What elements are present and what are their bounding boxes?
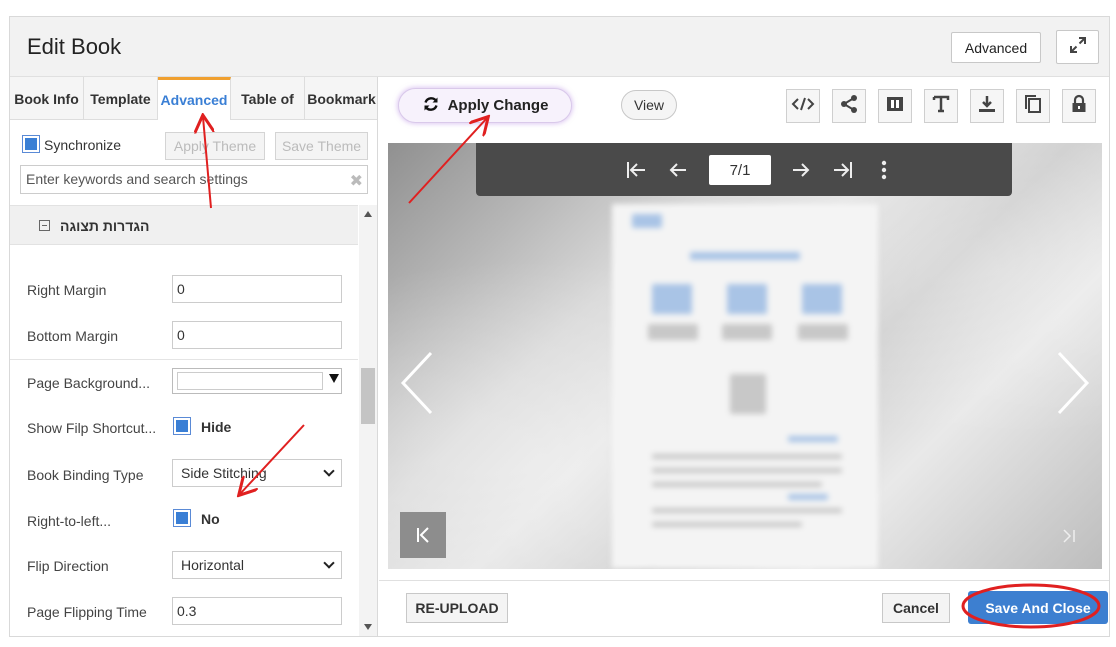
download-icon xyxy=(977,94,997,119)
synchronize-label: Synchronize xyxy=(44,137,122,153)
columns-icon xyxy=(885,94,905,119)
right-margin-label: Right Margin xyxy=(27,282,107,298)
flip-direction-label: Flip Direction xyxy=(27,558,109,574)
share-icon xyxy=(839,94,859,119)
preview-panel: Apply Change View 7/1 RE-UPLOAD Cancel S… xyxy=(379,77,1109,636)
right-to-left-value: No xyxy=(201,511,220,527)
display-settings-section-header[interactable]: הגדרות תצוגה xyxy=(10,205,358,245)
dropdown-arrow-icon xyxy=(329,374,339,383)
synchronize-row: Synchronize Apply Theme Save Theme xyxy=(10,120,377,160)
save-and-close-button[interactable]: Save And Close xyxy=(968,591,1108,624)
dialog-header: Edit Book Advanced xyxy=(10,17,1109,77)
book-binding-type-select[interactable]: Side Stitching xyxy=(172,459,342,487)
last-page-icon[interactable] xyxy=(828,156,856,184)
page-number-input[interactable]: 7/1 xyxy=(709,155,771,185)
code-icon xyxy=(791,96,815,117)
tab-template[interactable]: Template xyxy=(84,77,158,120)
show-flip-shortcut-checkbox[interactable] xyxy=(173,417,191,435)
viewer-navbar: 7/1 xyxy=(476,143,1012,196)
apply-theme-button[interactable]: Apply Theme xyxy=(165,132,265,160)
first-page-button[interactable] xyxy=(400,512,446,558)
first-page-icon[interactable] xyxy=(623,156,651,184)
row-divider xyxy=(10,359,358,360)
copy-icon xyxy=(1023,94,1043,119)
bottom-margin-label: Bottom Margin xyxy=(27,328,119,344)
expand-button[interactable] xyxy=(1056,30,1099,64)
show-flip-shortcut-value: Hide xyxy=(201,419,232,435)
show-flip-shortcut-label: Show Filp Shortcut... xyxy=(27,420,157,436)
advanced-button[interactable]: Advanced xyxy=(951,32,1041,63)
layout-button[interactable] xyxy=(878,89,912,123)
page-title: Edit Book xyxy=(27,34,122,59)
bottom-margin-input[interactable]: 0 xyxy=(172,321,342,349)
more-icon[interactable] xyxy=(870,156,898,184)
reupload-button[interactable]: RE-UPLOAD xyxy=(406,593,508,623)
settings-search: ✖ xyxy=(20,165,368,194)
settings-tabs: Book Info Template Advanced Table of Boo… xyxy=(10,77,377,120)
save-theme-button[interactable]: Save Theme xyxy=(275,132,368,160)
tab-bookmark[interactable]: Bookmark xyxy=(305,77,377,120)
page-background-label: Page Background... xyxy=(27,375,150,391)
view-button[interactable]: View xyxy=(621,90,677,120)
lock-button[interactable] xyxy=(1062,89,1096,123)
prev-page-arrow[interactable] xyxy=(398,348,438,418)
refresh-icon xyxy=(422,95,448,117)
flipbook-preview[interactable]: 7/1 xyxy=(388,143,1102,569)
blurred-book-page xyxy=(612,204,878,568)
chevron-down-icon xyxy=(323,557,335,569)
expand-icon xyxy=(1068,35,1088,60)
scroll-down-icon[interactable] xyxy=(364,624,372,630)
download-button[interactable] xyxy=(970,89,1004,123)
right-to-left-checkbox[interactable] xyxy=(173,509,191,527)
tab-book-info[interactable]: Book Info xyxy=(10,77,84,120)
book-binding-type-value: Side Stitching xyxy=(181,465,267,481)
scroll-up-icon[interactable] xyxy=(364,211,372,217)
apply-change-label: Apply Change xyxy=(447,97,549,114)
right-to-left-label: Right-to-left... xyxy=(27,513,112,529)
clear-search-icon[interactable]: ✖ xyxy=(350,171,363,191)
settings-panel: Book Info Template Advanced Table of Boo… xyxy=(10,77,378,636)
chevron-down-icon xyxy=(323,465,335,477)
collapse-icon[interactable] xyxy=(39,220,50,231)
book-binding-type-label: Book Binding Type xyxy=(27,467,144,483)
tab-advanced[interactable]: Advanced xyxy=(158,77,231,120)
next-page-arrow[interactable] xyxy=(1052,348,1092,418)
copy-button[interactable] xyxy=(1016,89,1050,123)
cancel-button[interactable]: Cancel xyxy=(882,593,950,623)
text-button[interactable] xyxy=(924,89,958,123)
share-button[interactable] xyxy=(832,89,866,123)
next-page-icon[interactable] xyxy=(787,156,815,184)
last-page-button[interactable] xyxy=(1056,523,1082,549)
edit-book-dialog: Edit Book Advanced Book Info Template Ad… xyxy=(9,16,1110,637)
page-flipping-time-input[interactable]: 0.3 xyxy=(172,597,342,625)
scroll-thumb[interactable] xyxy=(361,368,375,424)
tab-table-of-contents[interactable]: Table of xyxy=(231,77,305,120)
settings-search-input[interactable] xyxy=(26,171,346,187)
text-icon xyxy=(931,94,951,119)
settings-scrollbar[interactable] xyxy=(359,205,377,636)
section-title: הגדרות תצוגה xyxy=(60,218,150,234)
embed-code-button[interactable] xyxy=(786,89,820,123)
right-margin-input[interactable]: 0 xyxy=(172,275,342,303)
flip-direction-value: Horizontal xyxy=(181,557,245,573)
lock-icon xyxy=(1069,94,1089,119)
flip-direction-select[interactable]: Horizontal xyxy=(172,551,342,579)
prev-page-icon[interactable] xyxy=(664,156,692,184)
page-background-picker[interactable] xyxy=(172,368,342,394)
synchronize-checkbox[interactable] xyxy=(22,135,40,153)
footer-divider xyxy=(379,580,1109,581)
apply-change-button[interactable]: Apply Change xyxy=(398,88,572,123)
page-flipping-time-label: Page Flipping Time xyxy=(27,604,147,620)
